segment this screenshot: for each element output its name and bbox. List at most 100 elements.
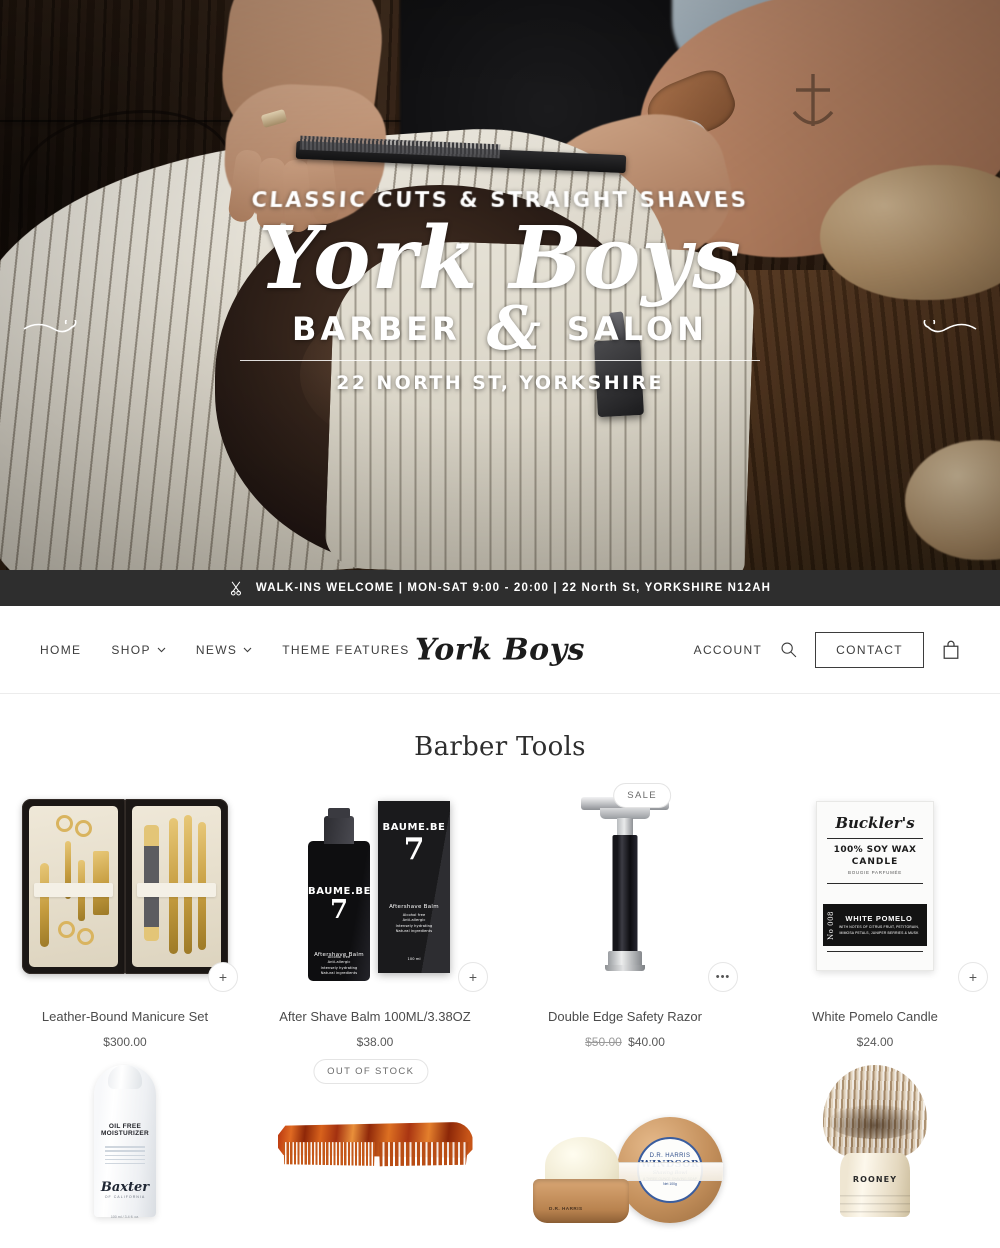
nav-label: SHOP bbox=[111, 642, 151, 657]
tube-line-1: OIL FREE bbox=[108, 1122, 142, 1130]
scissors-icon bbox=[230, 581, 241, 595]
nav-item-news[interactable]: NEWS bbox=[196, 643, 252, 657]
product-box: BAUME.BE 7 Aftershave Balm Alcohol free … bbox=[378, 801, 450, 973]
product-price: $300.00 bbox=[18, 1035, 232, 1049]
product-card[interactable]: OIL FREE MOISTURIZER Baxter OF CALIFORNI… bbox=[0, 1064, 250, 1225]
tube-volume: 100 ml / 3.4 fl. oz. bbox=[110, 1214, 140, 1219]
product-image[interactable]: OIL FREE MOISTURIZER Baxter OF CALIFORNI… bbox=[18, 1064, 232, 1225]
quick-add-button[interactable]: + bbox=[208, 962, 238, 992]
nav-item-shop[interactable]: SHOP bbox=[111, 642, 166, 657]
felt-lining bbox=[132, 805, 221, 967]
tube-subbrand: OF CALIFORNIA bbox=[104, 1194, 146, 1199]
announcement-bar: WALK-INS WELCOME | MON-SAT 9:00 - 20:00 … bbox=[0, 570, 1000, 606]
box-line-1: 100% SOY WAX bbox=[833, 845, 917, 855]
product-title[interactable]: After Shave Balm 100ML/3.38OZ bbox=[268, 1009, 482, 1026]
hero-banner[interactable]: CLASSIC CUTS & STRAIGHT SHAVES York Boys… bbox=[0, 0, 1000, 570]
product-image[interactable]: ROONEY bbox=[768, 1064, 982, 1225]
shaving-bowl-art: D.R. HARRIS WINDSOR Shaving Bowl A THREE… bbox=[527, 1110, 723, 1225]
box-line-2: CANDLE bbox=[851, 857, 899, 867]
case-half bbox=[22, 798, 125, 974]
bottle-claims: Alcohol free Anti-allergic Intensely hyd… bbox=[320, 955, 358, 976]
box-claims: Alcohol free Anti-allergic Intensely hyd… bbox=[395, 913, 433, 934]
box-brand: Buckler's bbox=[835, 814, 915, 832]
product-title[interactable]: Double Edge Safety Razor bbox=[518, 1009, 732, 1026]
box-scent: WHITE POMELO bbox=[845, 914, 913, 924]
brand-logo-text[interactable]: York Boys bbox=[415, 632, 585, 667]
collection-section: Barber Tools + Leather-Bound Manicure Se… bbox=[0, 694, 1000, 1225]
account-link[interactable]: ACCOUNT bbox=[694, 643, 762, 657]
chevron-down-icon bbox=[157, 647, 166, 653]
bowl-weight: Net 100g bbox=[663, 1182, 677, 1187]
status-badge: SALE bbox=[613, 783, 671, 808]
product-card[interactable]: BAUME.BE 7 Aftershave Balm Alcohol free … bbox=[250, 790, 500, 1049]
razor-handle bbox=[612, 835, 638, 953]
nav-item-theme-features[interactable]: THEME FEATURES bbox=[282, 643, 409, 657]
nav-label: THEME FEATURES bbox=[282, 642, 410, 657]
product-title[interactable]: Leather-Bound Manicure Set bbox=[18, 1009, 232, 1026]
product-title[interactable]: White Pomelo Candle bbox=[768, 1009, 982, 1026]
comb-wide-teeth bbox=[378, 1142, 469, 1167]
price-current: $38.00 bbox=[356, 1034, 394, 1049]
announcement-text: WALK-INS WELCOME | MON-SAT 9:00 - 20:00 … bbox=[255, 582, 772, 594]
search-icon[interactable] bbox=[780, 641, 797, 658]
product-image[interactable]: BAUME.BE 7 Aftershave Balm Alcohol free … bbox=[268, 790, 488, 992]
razor-neck bbox=[617, 818, 633, 836]
case-half bbox=[125, 798, 228, 974]
manicure-set-art bbox=[22, 798, 228, 974]
scent-panel: No 008 WHITE POMELO WITH NOTES OF CITRUS… bbox=[823, 904, 927, 946]
price-compare: $50.00 bbox=[585, 1034, 622, 1049]
box-product: Aftershave Balm bbox=[389, 904, 439, 910]
product-image[interactable]: OUT OF STOCK bbox=[268, 1058, 482, 1225]
bowl-base bbox=[533, 1178, 629, 1223]
product-image[interactable]: SALE ••• bbox=[518, 783, 738, 992]
nav-label: NEWS bbox=[195, 642, 238, 657]
product-card[interactable]: Buckler's 100% SOY WAX CANDLE BOUGIE PAR… bbox=[750, 790, 1000, 1049]
bowl-band bbox=[617, 1161, 723, 1181]
shaving-brush-art: ROONEY bbox=[817, 1064, 933, 1217]
site-header: HOME SHOP NEWS THEME FEATURES York Boys … bbox=[0, 606, 1000, 694]
bowl-base-brand: D.R. HARRIS bbox=[549, 1205, 583, 1211]
brush-brand: ROONEY bbox=[852, 1174, 898, 1184]
product-price: $50.00 $40.00 bbox=[518, 1035, 732, 1049]
product-card[interactable]: OUT OF STOCK bbox=[250, 1058, 500, 1225]
shopping-bag-icon[interactable] bbox=[942, 640, 960, 660]
handle-rings bbox=[840, 1194, 910, 1217]
nav-item-home[interactable]: HOME bbox=[40, 643, 81, 657]
safety-razor-art bbox=[570, 793, 680, 979]
moisturizer-tube-art: OIL FREE MOISTURIZER Baxter OF CALIFORNI… bbox=[94, 1064, 156, 1219]
nav-label: HOME bbox=[40, 642, 82, 657]
product-image[interactable]: Buckler's 100% SOY WAX CANDLE BOUGIE PAR… bbox=[768, 790, 988, 992]
baume-be-art: BAUME.BE 7 Aftershave Balm Alcohol free … bbox=[300, 791, 450, 981]
product-card[interactable]: D.R. HARRIS WINDSOR Shaving Bowl A THREE… bbox=[500, 1065, 750, 1225]
quick-add-button[interactable]: + bbox=[958, 962, 988, 992]
product-image[interactable]: D.R. HARRIS WINDSOR Shaving Bowl A THREE… bbox=[518, 1065, 732, 1225]
tube-cap bbox=[108, 1064, 142, 1089]
bristle-band bbox=[829, 1104, 921, 1139]
product-price: $38.00 bbox=[268, 1035, 482, 1049]
product-card[interactable]: SALE ••• Double Edge Safety Razor $50.00… bbox=[500, 783, 750, 1049]
comb-fine-teeth bbox=[283, 1142, 375, 1166]
box-number: No 008 bbox=[827, 910, 835, 940]
product-image[interactable]: + bbox=[18, 790, 238, 992]
product-grid: + Leather-Bound Manicure Set $300.00 BAU… bbox=[0, 783, 1000, 1225]
pump-cap bbox=[324, 808, 354, 844]
quick-add-button[interactable]: + bbox=[458, 962, 488, 992]
product-price: $24.00 bbox=[768, 1035, 982, 1049]
product-card[interactable]: + Leather-Bound Manicure Set $300.00 bbox=[0, 790, 250, 1049]
price-current: $24.00 bbox=[856, 1034, 894, 1049]
quick-add-button[interactable]: ••• bbox=[708, 962, 738, 992]
price-current: $40.00 bbox=[628, 1034, 665, 1049]
box-notes: WITH NOTES OF CITRUS FRUIT, PETITGRAIN, … bbox=[838, 925, 920, 935]
box-line-3: BOUGIE PARFUMÉE bbox=[848, 870, 902, 875]
contact-button[interactable]: CONTACT bbox=[815, 631, 924, 668]
tube-brand: Baxter bbox=[100, 1179, 150, 1195]
chevron-down-icon bbox=[243, 647, 252, 653]
page-title: Barber Tools bbox=[414, 732, 586, 762]
razor-base bbox=[605, 951, 645, 971]
box-volume: 100 ml bbox=[407, 957, 421, 961]
status-badge: OUT OF STOCK bbox=[313, 1058, 429, 1084]
price-current: $300.00 bbox=[103, 1034, 147, 1049]
tortoise-comb-art bbox=[277, 1121, 473, 1168]
product-card[interactable]: ROONEY bbox=[750, 1064, 1000, 1225]
candle-box-art: Buckler's 100% SOY WAX CANDLE BOUGIE PAR… bbox=[816, 801, 934, 971]
